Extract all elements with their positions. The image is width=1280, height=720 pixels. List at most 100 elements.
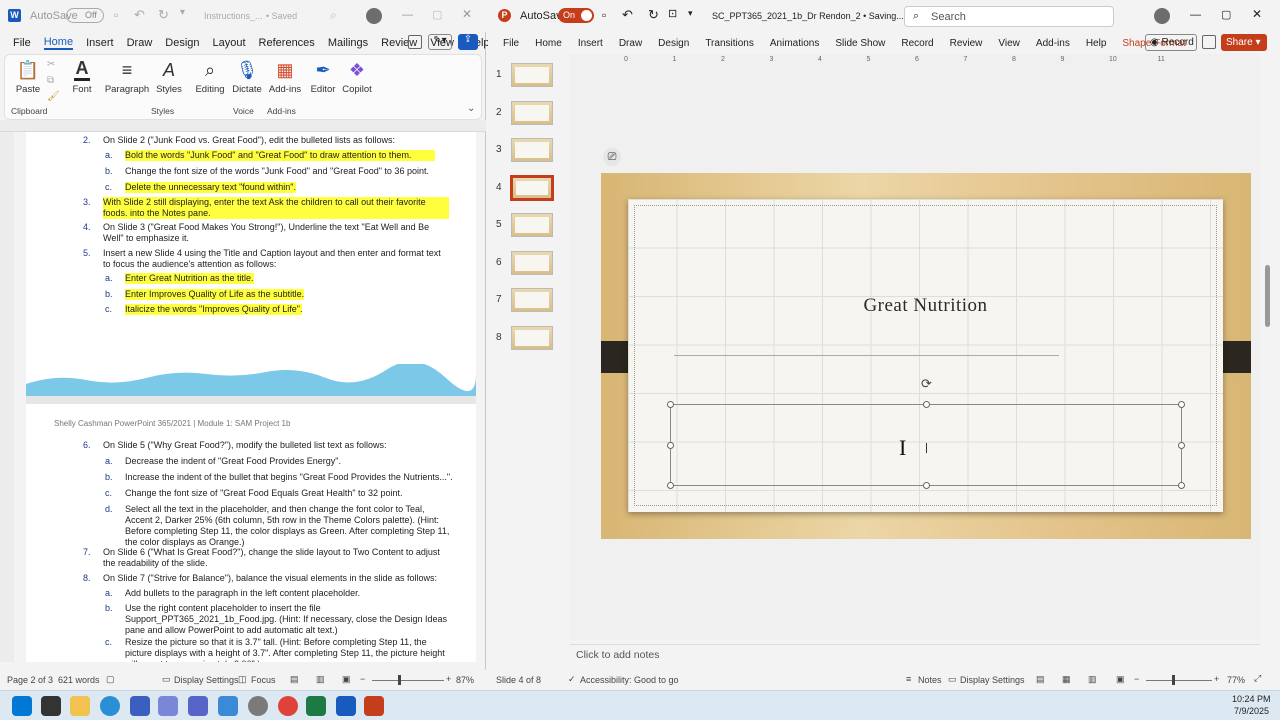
clock-time[interactable]: 10:24 PM	[1232, 694, 1271, 704]
excel-icon[interactable]	[306, 696, 326, 716]
subtitle-placeholder[interactable]: ⟳ I	[667, 376, 1185, 489]
resize-handle[interactable]	[923, 401, 930, 408]
avatar[interactable]	[366, 8, 382, 24]
print-layout-icon[interactable]: ▥	[316, 674, 325, 685]
word-taskbar-icon[interactable]	[336, 696, 356, 716]
record-button[interactable]: ◉ Record	[1145, 34, 1197, 51]
ppt-zoom-slider-thumb[interactable]	[1172, 675, 1175, 685]
dictate-button[interactable]: 🎙 Dictate	[229, 59, 265, 95]
zoom-slider-thumb[interactable]	[398, 675, 401, 685]
web-layout-icon[interactable]: ▣	[342, 674, 351, 685]
menu-draw[interactable]: Draw	[127, 37, 153, 49]
menu-mailings[interactable]: Mailings	[328, 37, 368, 49]
clock-date[interactable]: 7/9/2025	[1234, 706, 1269, 716]
resize-handle[interactable]	[1178, 401, 1185, 408]
notes-button[interactable]: Notes	[918, 675, 942, 685]
designer-icon[interactable]: ⎚	[603, 148, 621, 166]
menu-layout[interactable]: Layout	[213, 37, 246, 49]
slide-thumbnail[interactable]	[510, 174, 554, 201]
chat-icon[interactable]	[188, 696, 208, 716]
search-icon[interactable]: ⌕	[330, 8, 337, 23]
minimize-icon[interactable]: —	[402, 9, 413, 21]
editing-mode-icon[interactable]: ✎▾	[428, 34, 452, 50]
slide-thumbnail[interactable]	[511, 325, 553, 350]
maximize-icon[interactable]: ▢	[432, 8, 442, 21]
normal-view-icon[interactable]: ▤	[1036, 674, 1045, 685]
powerpoint-taskbar-icon[interactable]	[364, 696, 384, 716]
undo-icon[interactable]: ↶	[134, 7, 145, 23]
ppt-menu-help[interactable]: Help	[1086, 38, 1107, 49]
settings-icon[interactable]	[248, 696, 268, 716]
slide-thumbnail[interactable]	[511, 100, 553, 125]
share-button[interactable]: Share ▾	[1221, 34, 1267, 51]
ppt-zoom-in-icon[interactable]: +	[1214, 674, 1219, 684]
resize-handle[interactable]	[667, 442, 674, 449]
zoom-level[interactable]: 87%	[456, 675, 474, 685]
ppt-minimize-icon[interactable]: —	[1190, 9, 1201, 21]
app-icon[interactable]	[218, 696, 238, 716]
paste-button[interactable]: 📋 Paste	[11, 59, 45, 95]
zoom-slider[interactable]	[372, 680, 444, 681]
ppt-menu-draw[interactable]: Draw	[619, 38, 642, 49]
ppt-menu-record[interactable]: Record	[901, 38, 933, 49]
customize-icon[interactable]: ▾	[180, 7, 185, 18]
resize-handle[interactable]	[667, 482, 674, 489]
ppt-avatar[interactable]	[1154, 8, 1170, 24]
editing-button[interactable]: ⌕ Editing	[191, 59, 229, 95]
notes-pane[interactable]: Click to add notes	[570, 644, 1260, 666]
save-icon[interactable]: ▫	[114, 8, 118, 22]
slide-title[interactable]: Great Nutrition	[628, 295, 1223, 317]
reading-view-icon[interactable]: ▥	[1088, 674, 1097, 685]
ppt-menu-slide-show[interactable]: Slide Show	[835, 38, 885, 49]
zoom-in-icon[interactable]: +	[446, 674, 451, 684]
resize-handle[interactable]	[667, 401, 674, 408]
vertical-scrollbar[interactable]	[1265, 265, 1270, 327]
ppt-menu-home[interactable]: Home	[535, 38, 562, 49]
ppt-menu-file[interactable]: File	[503, 38, 519, 49]
slide-thumbnail[interactable]	[511, 288, 553, 312]
ppt-zoom-slider[interactable]	[1146, 680, 1212, 681]
ppt-menu-review[interactable]: Review	[950, 38, 983, 49]
rotate-handle-icon[interactable]: ⟳	[921, 376, 932, 392]
ppt-doc-title[interactable]: SC_PPT365_2021_1b_Dr Rendon_2 • Saving..…	[712, 11, 904, 21]
search-box[interactable]: ⌕ Search	[904, 6, 1114, 27]
menu-references[interactable]: References	[259, 37, 315, 49]
ppt-menu-transitions[interactable]: Transitions	[705, 38, 754, 49]
slide-thumbnail[interactable]	[511, 63, 553, 87]
copilot-button[interactable]: ❖ Copilot	[339, 59, 375, 95]
edge-icon[interactable]	[100, 696, 120, 716]
slide-thumbnail[interactable]	[511, 250, 553, 275]
teams-icon[interactable]	[158, 696, 178, 716]
zoom-out-icon[interactable]: −	[360, 674, 365, 684]
ppt-display-settings-button[interactable]: Display Settings	[960, 675, 1025, 685]
share-icon[interactable]: ⇪	[458, 34, 478, 50]
paragraph-button[interactable]: ≡ Paragraph	[103, 59, 151, 95]
file-explorer-icon[interactable]	[70, 696, 90, 716]
styles-button[interactable]: A Styles	[151, 59, 187, 95]
collapse-ribbon-icon[interactable]: ⌄	[467, 103, 475, 114]
word-document[interactable]: 2. On Slide 2 ("Junk Food vs. Great Food"…	[26, 132, 476, 662]
accessibility-status[interactable]: Accessibility: Good to go	[580, 675, 679, 685]
ppt-close-icon[interactable]: ✕	[1252, 7, 1262, 21]
ppt-menu-animations[interactable]: Animations	[770, 38, 819, 49]
focus-button[interactable]: Focus	[251, 675, 276, 685]
ppt-maximize-icon[interactable]: ▢	[1221, 8, 1231, 21]
menu-design[interactable]: Design	[165, 37, 199, 49]
task-view-icon[interactable]	[41, 696, 61, 716]
page-count[interactable]: Page 2 of 3	[7, 675, 53, 685]
present-icon[interactable]: ⊡	[668, 7, 677, 20]
font-button[interactable]: A Font	[65, 59, 99, 95]
close-icon[interactable]: ✕	[462, 7, 472, 21]
fit-slide-icon[interactable]: ⤢	[1254, 673, 1261, 684]
slide-thumbnail[interactable]	[511, 213, 553, 237]
slide-thumbnail[interactable]	[511, 138, 553, 162]
ppt-zoom-level[interactable]: 77%	[1227, 675, 1245, 685]
slide-sorter-icon[interactable]: ▦	[1062, 674, 1071, 685]
ppt-menu-addins[interactable]: Add-ins	[1036, 38, 1070, 49]
ppt-save-icon[interactable]: ▫	[602, 8, 606, 22]
ppt-autosave-toggle[interactable]: On	[558, 8, 594, 23]
ppt-menu-insert[interactable]: Insert	[578, 38, 603, 49]
comments-icon[interactable]	[408, 35, 422, 49]
ppt-menu-view[interactable]: View	[998, 38, 1020, 49]
addins-button[interactable]: ▦ Add-ins	[267, 59, 303, 95]
